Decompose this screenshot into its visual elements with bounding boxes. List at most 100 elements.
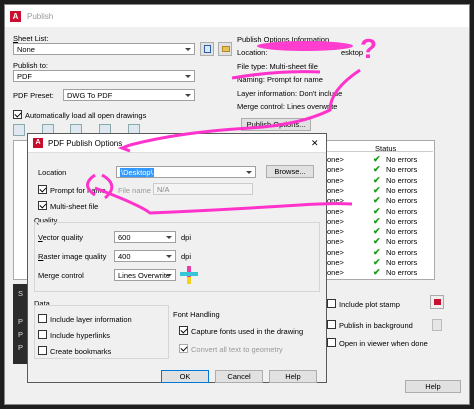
vector-quality-label: Vector quality: [38, 233, 84, 242]
sheet-row-status: No errors: [386, 165, 418, 175]
sheet-row-name[interactable]: one>: [327, 268, 344, 278]
sheet-row-name[interactable]: one>: [327, 207, 344, 217]
capture-fonts-checkbox[interactable]: [179, 326, 188, 335]
sheet-list-select[interactable]: None: [13, 43, 195, 55]
publish-options-button[interactable]: Publish Options...: [241, 118, 311, 131]
file-name-value: N/A: [157, 185, 170, 194]
cad-background: [0, 0, 4, 409]
check-icon: ✔: [373, 215, 381, 226]
sheet-row-status: No errors: [386, 196, 418, 206]
pdf-preset-select[interactable]: DWG To PDF: [63, 89, 195, 101]
publish-to-label: Publish to:: [13, 61, 49, 70]
sheet-row-status: No errors: [386, 216, 418, 226]
info-naming: Naming: Prompt for name: [237, 75, 323, 84]
sheet-row-name[interactable]: one>: [327, 237, 344, 247]
p-label-2: P: [18, 330, 24, 339]
merge-control-select[interactable]: Lines Overwrite: [114, 269, 176, 281]
check-icon: ✔: [373, 205, 381, 216]
info-location-tail: esktop: [341, 48, 364, 57]
add-sheets-icon[interactable]: [13, 124, 25, 136]
sheet-row-name[interactable]: one>: [327, 165, 344, 175]
sheet-row-name[interactable]: one>: [327, 186, 344, 196]
s-label: S: [18, 289, 24, 298]
pdf-preset-label: PDF Preset:: [13, 91, 54, 100]
publish-help-button[interactable]: Help: [405, 380, 461, 393]
info-file-type: File type: Multi-sheet file: [237, 62, 318, 71]
prompt-for-name-checkbox[interactable]: [38, 185, 47, 194]
save-sheet-list-button[interactable]: [200, 42, 214, 56]
sheet-list-label: Sheet List:: [13, 34, 49, 43]
cancel-button[interactable]: Cancel: [215, 370, 263, 383]
check-icon: ✔: [373, 154, 381, 164]
include-hyperlinks-checkbox[interactable]: [38, 330, 47, 339]
publish-title-bar: A Publish: [5, 5, 469, 27]
browse-button[interactable]: Browse...: [266, 165, 314, 178]
check-icon: ✔: [373, 226, 381, 237]
sheet-row-status: No errors: [386, 185, 418, 195]
plot-stamp-settings-icon[interactable]: [430, 295, 444, 309]
status-header: Status: [375, 144, 397, 153]
page-icon: [432, 319, 442, 331]
sheet-row-status: No errors: [386, 258, 418, 267]
vector-dpi-label: dpi: [181, 233, 192, 242]
publish-in-background-checkbox[interactable]: [327, 320, 336, 329]
publish-to-select[interactable]: PDF: [13, 70, 195, 82]
file-name-label: File name: [118, 186, 151, 195]
check-icon: ✔: [373, 236, 381, 247]
stamp-icon: [434, 299, 441, 305]
sheet-row-status: No errors: [386, 206, 418, 216]
sheet-row-status: No errors: [386, 175, 418, 185]
include-layer-info-label: Include layer information: [50, 315, 132, 324]
capture-fonts-label: Capture fonts used in the drawing: [191, 327, 304, 336]
check-icon: ✔: [373, 195, 381, 206]
open-in-viewer-checkbox[interactable]: [327, 338, 336, 347]
convert-geometry-label: Convert all text to geometry: [191, 345, 283, 354]
raster-quality-label: Raster image quality: [38, 252, 107, 261]
sheet-row-name[interactable]: one>: [327, 227, 344, 237]
sheet-row-name[interactable]: one>: [327, 196, 344, 206]
multi-sheet-checkbox[interactable]: [38, 201, 47, 210]
check-icon: ✔: [373, 164, 381, 175]
merge-cross-cyan: [180, 272, 198, 276]
check-icon: ✔: [373, 246, 381, 257]
load-sheet-list-button[interactable]: [218, 42, 232, 56]
open-in-viewer-label: Open in viewer when done: [339, 339, 428, 348]
create-bookmarks-checkbox[interactable]: [38, 346, 47, 355]
info-location: Location:: [237, 48, 268, 57]
include-layer-info-checkbox[interactable]: [38, 314, 47, 323]
include-hyperlinks-label: Include hyperlinks: [50, 331, 111, 340]
convert-geometry-checkbox: [179, 344, 188, 353]
create-bookmarks-label: Create bookmarks: [50, 347, 112, 356]
vector-quality-select[interactable]: 600: [114, 231, 176, 243]
include-plot-stamp-label: Include plot stamp: [339, 300, 400, 309]
auto-load-label: Automatically load all open drawings: [25, 111, 147, 120]
save-icon: [204, 45, 211, 53]
auto-load-checkbox[interactable]: [13, 110, 22, 119]
publish-title: Publish: [27, 12, 54, 21]
sheet-row-name[interactable]: one>: [327, 176, 344, 186]
sheet-row-name[interactable]: one>: [327, 155, 344, 165]
autocad-logo-icon: A: [10, 11, 21, 22]
location-select[interactable]: \Desktop\: [116, 166, 256, 178]
dialog-help-button[interactable]: Help: [269, 370, 317, 383]
ok-button[interactable]: OK: [161, 370, 209, 383]
info-merge: Merge control: Lines overwrite: [237, 102, 338, 111]
sheet-row-name[interactable]: one>: [327, 248, 344, 258]
location-value: \Desktop\: [120, 168, 154, 177]
check-icon: ✔: [373, 174, 381, 185]
sheet-row-name[interactable]: one>: [327, 217, 344, 227]
p-label-1: P: [18, 317, 24, 326]
sheet-row-name[interactable]: one>: [327, 258, 344, 268]
dialog-title-bar: A PDF Publish Options ✕: [28, 134, 326, 153]
file-name-input[interactable]: N/A: [153, 183, 253, 195]
sheet-row-status: No errors: [386, 247, 418, 257]
publish-in-background-label: Publish in background: [339, 321, 413, 330]
sheet-row-status: No errors: [386, 155, 418, 164]
font-handling-heading: Font Handling: [173, 310, 220, 319]
sheet-row-status: No errors: [386, 268, 418, 278]
folder-icon: [222, 46, 230, 52]
sheet-row-status: No errors: [386, 237, 418, 247]
raster-quality-select[interactable]: 400: [114, 250, 176, 262]
include-plot-stamp-checkbox[interactable]: [327, 299, 336, 308]
dialog-close-icon[interactable]: ✕: [311, 138, 319, 149]
